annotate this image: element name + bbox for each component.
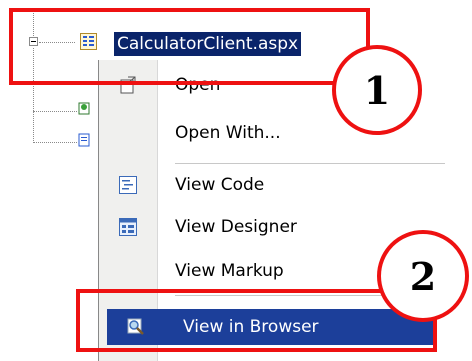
annotation-badge-1: 1 — [332, 45, 422, 135]
config-file-icon — [78, 133, 90, 147]
annotation-box-1 — [9, 8, 370, 85]
menu-item-label: Open With... — [175, 123, 281, 143]
menu-item-label: View Code — [175, 175, 265, 195]
service-reference-icon — [78, 102, 90, 115]
menu-item-open-with[interactable]: Open With... — [99, 115, 472, 151]
view-code-icon — [119, 176, 137, 194]
annotation-badge-2: 2 — [377, 230, 469, 322]
menu-item-label: View Designer — [175, 217, 297, 237]
tree-line — [33, 111, 77, 112]
menu-item-view-code[interactable]: View Code — [99, 167, 472, 203]
menu-separator — [175, 163, 445, 164]
menu-item-label: View Markup — [175, 261, 284, 281]
tree-line — [33, 142, 77, 143]
view-designer-icon — [119, 218, 137, 236]
